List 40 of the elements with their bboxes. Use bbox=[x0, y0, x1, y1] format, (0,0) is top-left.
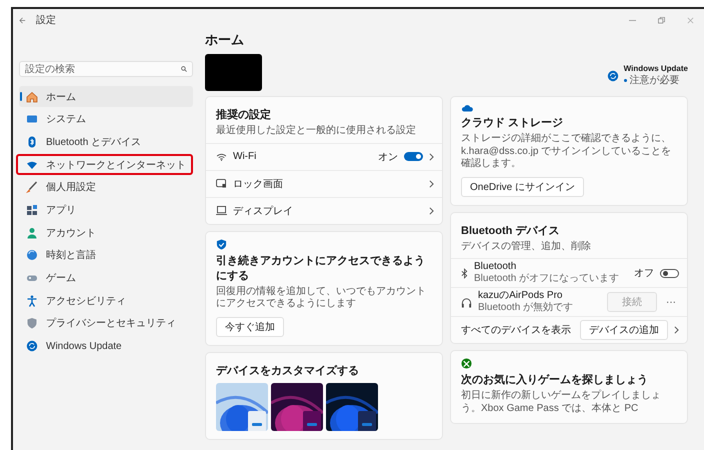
sidebar-item[interactable]: アプリ bbox=[19, 199, 193, 220]
update-title[interactable]: Windows Update bbox=[624, 64, 688, 73]
window-title: 設定 bbox=[36, 14, 56, 27]
card-subtitle: デバイスの管理、追加、削除 bbox=[461, 240, 592, 253]
device-status: Bluetooth が無効です bbox=[478, 302, 574, 314]
sidebar-item[interactable]: アクセシビリティ bbox=[19, 290, 193, 312]
card-description: 回復用の情報を追加して、いつでもアカウントにアクセスできるようにします bbox=[216, 286, 427, 310]
sidebar-item[interactable]: ホーム bbox=[19, 86, 193, 107]
device-status: Bluetooth がオフになっています bbox=[474, 273, 620, 285]
sidebar-item[interactable]: アカウント bbox=[19, 222, 193, 244]
sidebar-item[interactable]: Windows Update bbox=[19, 336, 193, 357]
card-title: デバイスをカスタマイズする bbox=[216, 364, 360, 378]
card-title: 推奨の設定 bbox=[216, 108, 272, 122]
toggle-state: オフ bbox=[634, 267, 654, 280]
sidebar-item[interactable]: ゲーム bbox=[19, 268, 193, 288]
page-title: ホーム bbox=[205, 31, 245, 49]
sidebar-item[interactable]: 個人用設定 bbox=[19, 176, 193, 198]
view-all-devices-link[interactable]: すべてのデバイスを表示 bbox=[461, 323, 574, 337]
card-title: Bluetooth デバイス bbox=[461, 224, 560, 238]
card-description: 初日に新作の新しいゲームをプレイしましょう。Xbox Game Pass では、本体と PC bbox=[461, 390, 662, 415]
sidebar-item[interactable]: システム bbox=[19, 108, 193, 130]
sidebar-item[interactable]: ネットワークとインターネット bbox=[16, 154, 193, 176]
sidebar-item[interactable]: プライバシーとセキュリティ bbox=[19, 312, 193, 334]
settings-row[interactable]: ロック画面 bbox=[206, 170, 442, 196]
card-description: ストレージの詳細がここで確認できるように、k.hara@dss.co.jp でサインインしていることを確認します。 bbox=[461, 133, 672, 170]
card-title: 引き続きアカウントにアクセスできるようにする bbox=[216, 254, 426, 282]
card-title: クラウド ストレージ bbox=[461, 116, 564, 130]
sidebar-item[interactable]: Bluetooth とデバイス bbox=[19, 131, 193, 152]
onedrive-signin-button[interactable]: OneDrive にサインイン bbox=[461, 176, 584, 196]
add-now-button[interactable]: 今すぐ追加 bbox=[216, 316, 284, 336]
card-title: 次のお気に入りゲームを探しましょう bbox=[461, 372, 649, 387]
add-device-button[interactable]: デバイスの追加 bbox=[580, 320, 668, 340]
settings-row[interactable]: ディスプレイ bbox=[206, 196, 442, 224]
device-name: kazuのAirPods Pro bbox=[478, 290, 564, 302]
device-name: Bluetooth bbox=[474, 261, 518, 273]
settings-row[interactable]: Wi-Fi オン bbox=[206, 142, 442, 170]
update-status: 注意が必要 bbox=[630, 74, 680, 87]
sidebar-item[interactable]: 時刻と言語 bbox=[19, 244, 193, 266]
toggle-state: オン bbox=[378, 150, 398, 164]
card-subtitle: 最近使用した設定と一般的に使用される設定 bbox=[216, 125, 417, 138]
